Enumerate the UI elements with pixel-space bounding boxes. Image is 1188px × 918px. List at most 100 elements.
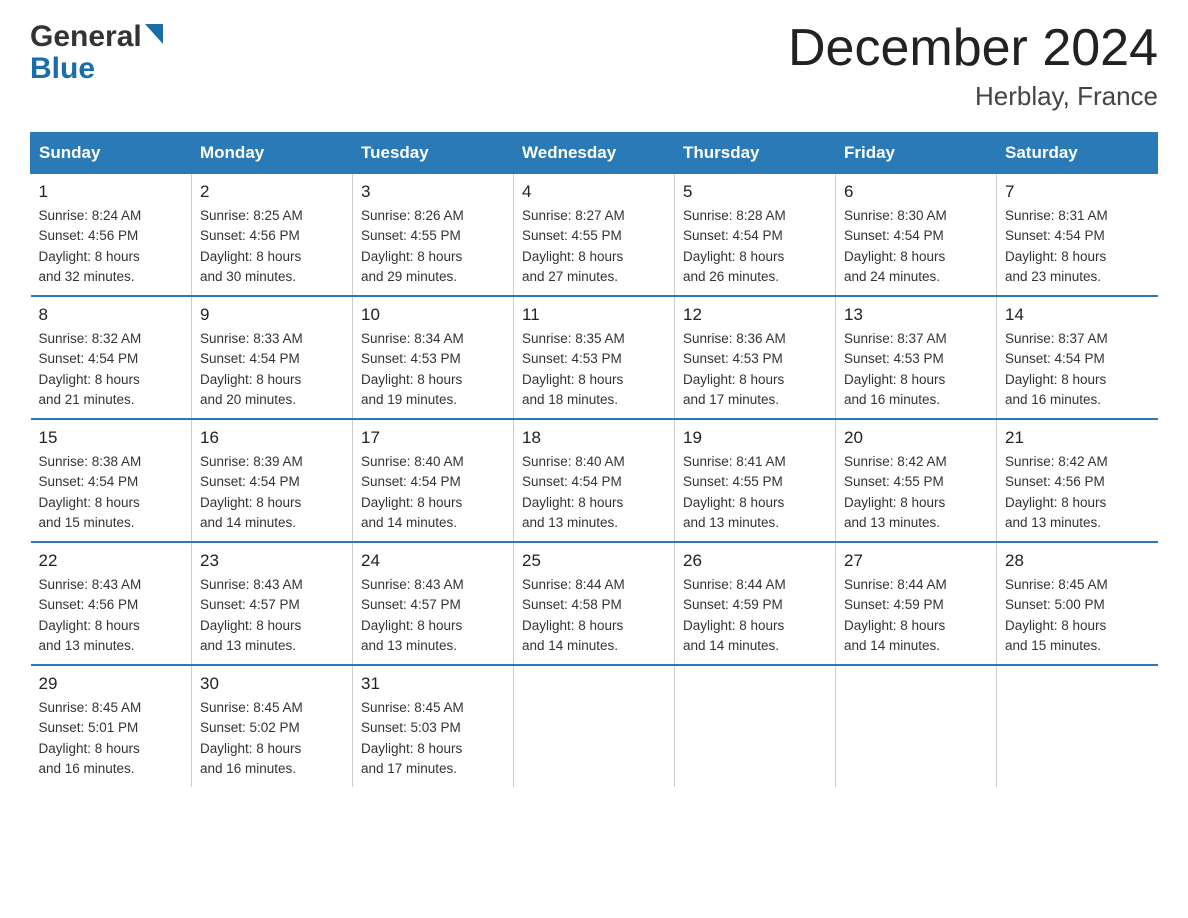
calendar-cell: 28 Sunrise: 8:45 AM Sunset: 5:00 PM Dayl…	[997, 542, 1158, 665]
day-info: Sunrise: 8:26 AM Sunset: 4:55 PM Dayligh…	[361, 206, 505, 287]
day-info: Sunrise: 8:24 AM Sunset: 4:56 PM Dayligh…	[39, 206, 184, 287]
day-info: Sunrise: 8:35 AM Sunset: 4:53 PM Dayligh…	[522, 329, 666, 410]
calendar-week-row: 1 Sunrise: 8:24 AM Sunset: 4:56 PM Dayli…	[31, 174, 1158, 297]
col-saturday: Saturday	[997, 133, 1158, 174]
day-info: Sunrise: 8:42 AM Sunset: 4:56 PM Dayligh…	[1005, 452, 1150, 533]
calendar-cell: 4 Sunrise: 8:27 AM Sunset: 4:55 PM Dayli…	[514, 174, 675, 297]
calendar-table: Sunday Monday Tuesday Wednesday Thursday…	[30, 132, 1158, 787]
day-number: 8	[39, 305, 184, 325]
logo-general-text: General	[30, 20, 163, 54]
day-info: Sunrise: 8:40 AM Sunset: 4:54 PM Dayligh…	[361, 452, 505, 533]
day-info: Sunrise: 8:28 AM Sunset: 4:54 PM Dayligh…	[683, 206, 827, 287]
day-info: Sunrise: 8:45 AM Sunset: 5:01 PM Dayligh…	[39, 698, 184, 779]
day-info: Sunrise: 8:25 AM Sunset: 4:56 PM Dayligh…	[200, 206, 344, 287]
calendar-cell: 13 Sunrise: 8:37 AM Sunset: 4:53 PM Dayl…	[836, 296, 997, 419]
day-number: 28	[1005, 551, 1150, 571]
day-info: Sunrise: 8:27 AM Sunset: 4:55 PM Dayligh…	[522, 206, 666, 287]
day-number: 16	[200, 428, 344, 448]
logo: General Blue	[30, 20, 163, 86]
page-header: General Blue December 2024 Herblay, Fran…	[30, 20, 1158, 112]
day-info: Sunrise: 8:36 AM Sunset: 4:53 PM Dayligh…	[683, 329, 827, 410]
calendar-cell	[997, 665, 1158, 787]
calendar-week-row: 22 Sunrise: 8:43 AM Sunset: 4:56 PM Dayl…	[31, 542, 1158, 665]
day-info: Sunrise: 8:34 AM Sunset: 4:53 PM Dayligh…	[361, 329, 505, 410]
day-number: 26	[683, 551, 827, 571]
day-info: Sunrise: 8:32 AM Sunset: 4:54 PM Dayligh…	[39, 329, 184, 410]
logo-arrow-icon	[145, 24, 163, 49]
day-info: Sunrise: 8:38 AM Sunset: 4:54 PM Dayligh…	[39, 452, 184, 533]
calendar-cell: 27 Sunrise: 8:44 AM Sunset: 4:59 PM Dayl…	[836, 542, 997, 665]
day-info: Sunrise: 8:30 AM Sunset: 4:54 PM Dayligh…	[844, 206, 988, 287]
col-monday: Monday	[192, 133, 353, 174]
calendar-cell: 25 Sunrise: 8:44 AM Sunset: 4:58 PM Dayl…	[514, 542, 675, 665]
day-info: Sunrise: 8:41 AM Sunset: 4:55 PM Dayligh…	[683, 452, 827, 533]
day-info: Sunrise: 8:37 AM Sunset: 4:53 PM Dayligh…	[844, 329, 988, 410]
day-info: Sunrise: 8:45 AM Sunset: 5:03 PM Dayligh…	[361, 698, 505, 779]
day-info: Sunrise: 8:44 AM Sunset: 4:59 PM Dayligh…	[683, 575, 827, 656]
month-title: December 2024	[788, 20, 1158, 77]
col-tuesday: Tuesday	[353, 133, 514, 174]
calendar-cell: 22 Sunrise: 8:43 AM Sunset: 4:56 PM Dayl…	[31, 542, 192, 665]
day-info: Sunrise: 8:45 AM Sunset: 5:02 PM Dayligh…	[200, 698, 344, 779]
calendar-cell: 31 Sunrise: 8:45 AM Sunset: 5:03 PM Dayl…	[353, 665, 514, 787]
day-number: 5	[683, 182, 827, 202]
day-number: 7	[1005, 182, 1150, 202]
calendar-cell: 18 Sunrise: 8:40 AM Sunset: 4:54 PM Dayl…	[514, 419, 675, 542]
calendar-cell: 19 Sunrise: 8:41 AM Sunset: 4:55 PM Dayl…	[675, 419, 836, 542]
calendar-cell: 5 Sunrise: 8:28 AM Sunset: 4:54 PM Dayli…	[675, 174, 836, 297]
calendar-cell: 3 Sunrise: 8:26 AM Sunset: 4:55 PM Dayli…	[353, 174, 514, 297]
calendar-cell: 12 Sunrise: 8:36 AM Sunset: 4:53 PM Dayl…	[675, 296, 836, 419]
calendar-cell: 20 Sunrise: 8:42 AM Sunset: 4:55 PM Dayl…	[836, 419, 997, 542]
day-info: Sunrise: 8:31 AM Sunset: 4:54 PM Dayligh…	[1005, 206, 1150, 287]
col-thursday: Thursday	[675, 133, 836, 174]
col-sunday: Sunday	[31, 133, 192, 174]
day-number: 11	[522, 305, 666, 325]
day-number: 4	[522, 182, 666, 202]
day-info: Sunrise: 8:40 AM Sunset: 4:54 PM Dayligh…	[522, 452, 666, 533]
col-friday: Friday	[836, 133, 997, 174]
calendar-cell: 1 Sunrise: 8:24 AM Sunset: 4:56 PM Dayli…	[31, 174, 192, 297]
calendar-cell: 6 Sunrise: 8:30 AM Sunset: 4:54 PM Dayli…	[836, 174, 997, 297]
calendar-cell: 2 Sunrise: 8:25 AM Sunset: 4:56 PM Dayli…	[192, 174, 353, 297]
day-number: 12	[683, 305, 827, 325]
day-info: Sunrise: 8:39 AM Sunset: 4:54 PM Dayligh…	[200, 452, 344, 533]
day-number: 20	[844, 428, 988, 448]
day-number: 31	[361, 674, 505, 694]
day-info: Sunrise: 8:44 AM Sunset: 4:59 PM Dayligh…	[844, 575, 988, 656]
calendar-cell	[836, 665, 997, 787]
logo-general: General	[30, 20, 142, 54]
day-number: 3	[361, 182, 505, 202]
calendar-cell: 7 Sunrise: 8:31 AM Sunset: 4:54 PM Dayli…	[997, 174, 1158, 297]
calendar-cell: 8 Sunrise: 8:32 AM Sunset: 4:54 PM Dayli…	[31, 296, 192, 419]
calendar-week-row: 8 Sunrise: 8:32 AM Sunset: 4:54 PM Dayli…	[31, 296, 1158, 419]
day-info: Sunrise: 8:43 AM Sunset: 4:56 PM Dayligh…	[39, 575, 184, 656]
day-info: Sunrise: 8:43 AM Sunset: 4:57 PM Dayligh…	[200, 575, 344, 656]
calendar-cell: 21 Sunrise: 8:42 AM Sunset: 4:56 PM Dayl…	[997, 419, 1158, 542]
calendar-cell	[675, 665, 836, 787]
title-section: December 2024 Herblay, France	[788, 20, 1158, 112]
day-number: 14	[1005, 305, 1150, 325]
day-number: 30	[200, 674, 344, 694]
calendar-cell: 30 Sunrise: 8:45 AM Sunset: 5:02 PM Dayl…	[192, 665, 353, 787]
calendar-cell: 29 Sunrise: 8:45 AM Sunset: 5:01 PM Dayl…	[31, 665, 192, 787]
calendar-week-row: 29 Sunrise: 8:45 AM Sunset: 5:01 PM Dayl…	[31, 665, 1158, 787]
calendar-cell: 26 Sunrise: 8:44 AM Sunset: 4:59 PM Dayl…	[675, 542, 836, 665]
calendar-cell: 17 Sunrise: 8:40 AM Sunset: 4:54 PM Dayl…	[353, 419, 514, 542]
calendar-cell: 23 Sunrise: 8:43 AM Sunset: 4:57 PM Dayl…	[192, 542, 353, 665]
day-number: 19	[683, 428, 827, 448]
day-number: 1	[39, 182, 184, 202]
calendar-header-row: Sunday Monday Tuesday Wednesday Thursday…	[31, 133, 1158, 174]
day-number: 21	[1005, 428, 1150, 448]
location-title: Herblay, France	[788, 81, 1158, 112]
day-number: 9	[200, 305, 344, 325]
calendar-cell: 11 Sunrise: 8:35 AM Sunset: 4:53 PM Dayl…	[514, 296, 675, 419]
day-number: 29	[39, 674, 184, 694]
day-number: 10	[361, 305, 505, 325]
calendar-cell: 14 Sunrise: 8:37 AM Sunset: 4:54 PM Dayl…	[997, 296, 1158, 419]
day-number: 22	[39, 551, 184, 571]
calendar-cell: 10 Sunrise: 8:34 AM Sunset: 4:53 PM Dayl…	[353, 296, 514, 419]
day-number: 25	[522, 551, 666, 571]
calendar-cell	[514, 665, 675, 787]
calendar-cell: 9 Sunrise: 8:33 AM Sunset: 4:54 PM Dayli…	[192, 296, 353, 419]
col-wednesday: Wednesday	[514, 133, 675, 174]
